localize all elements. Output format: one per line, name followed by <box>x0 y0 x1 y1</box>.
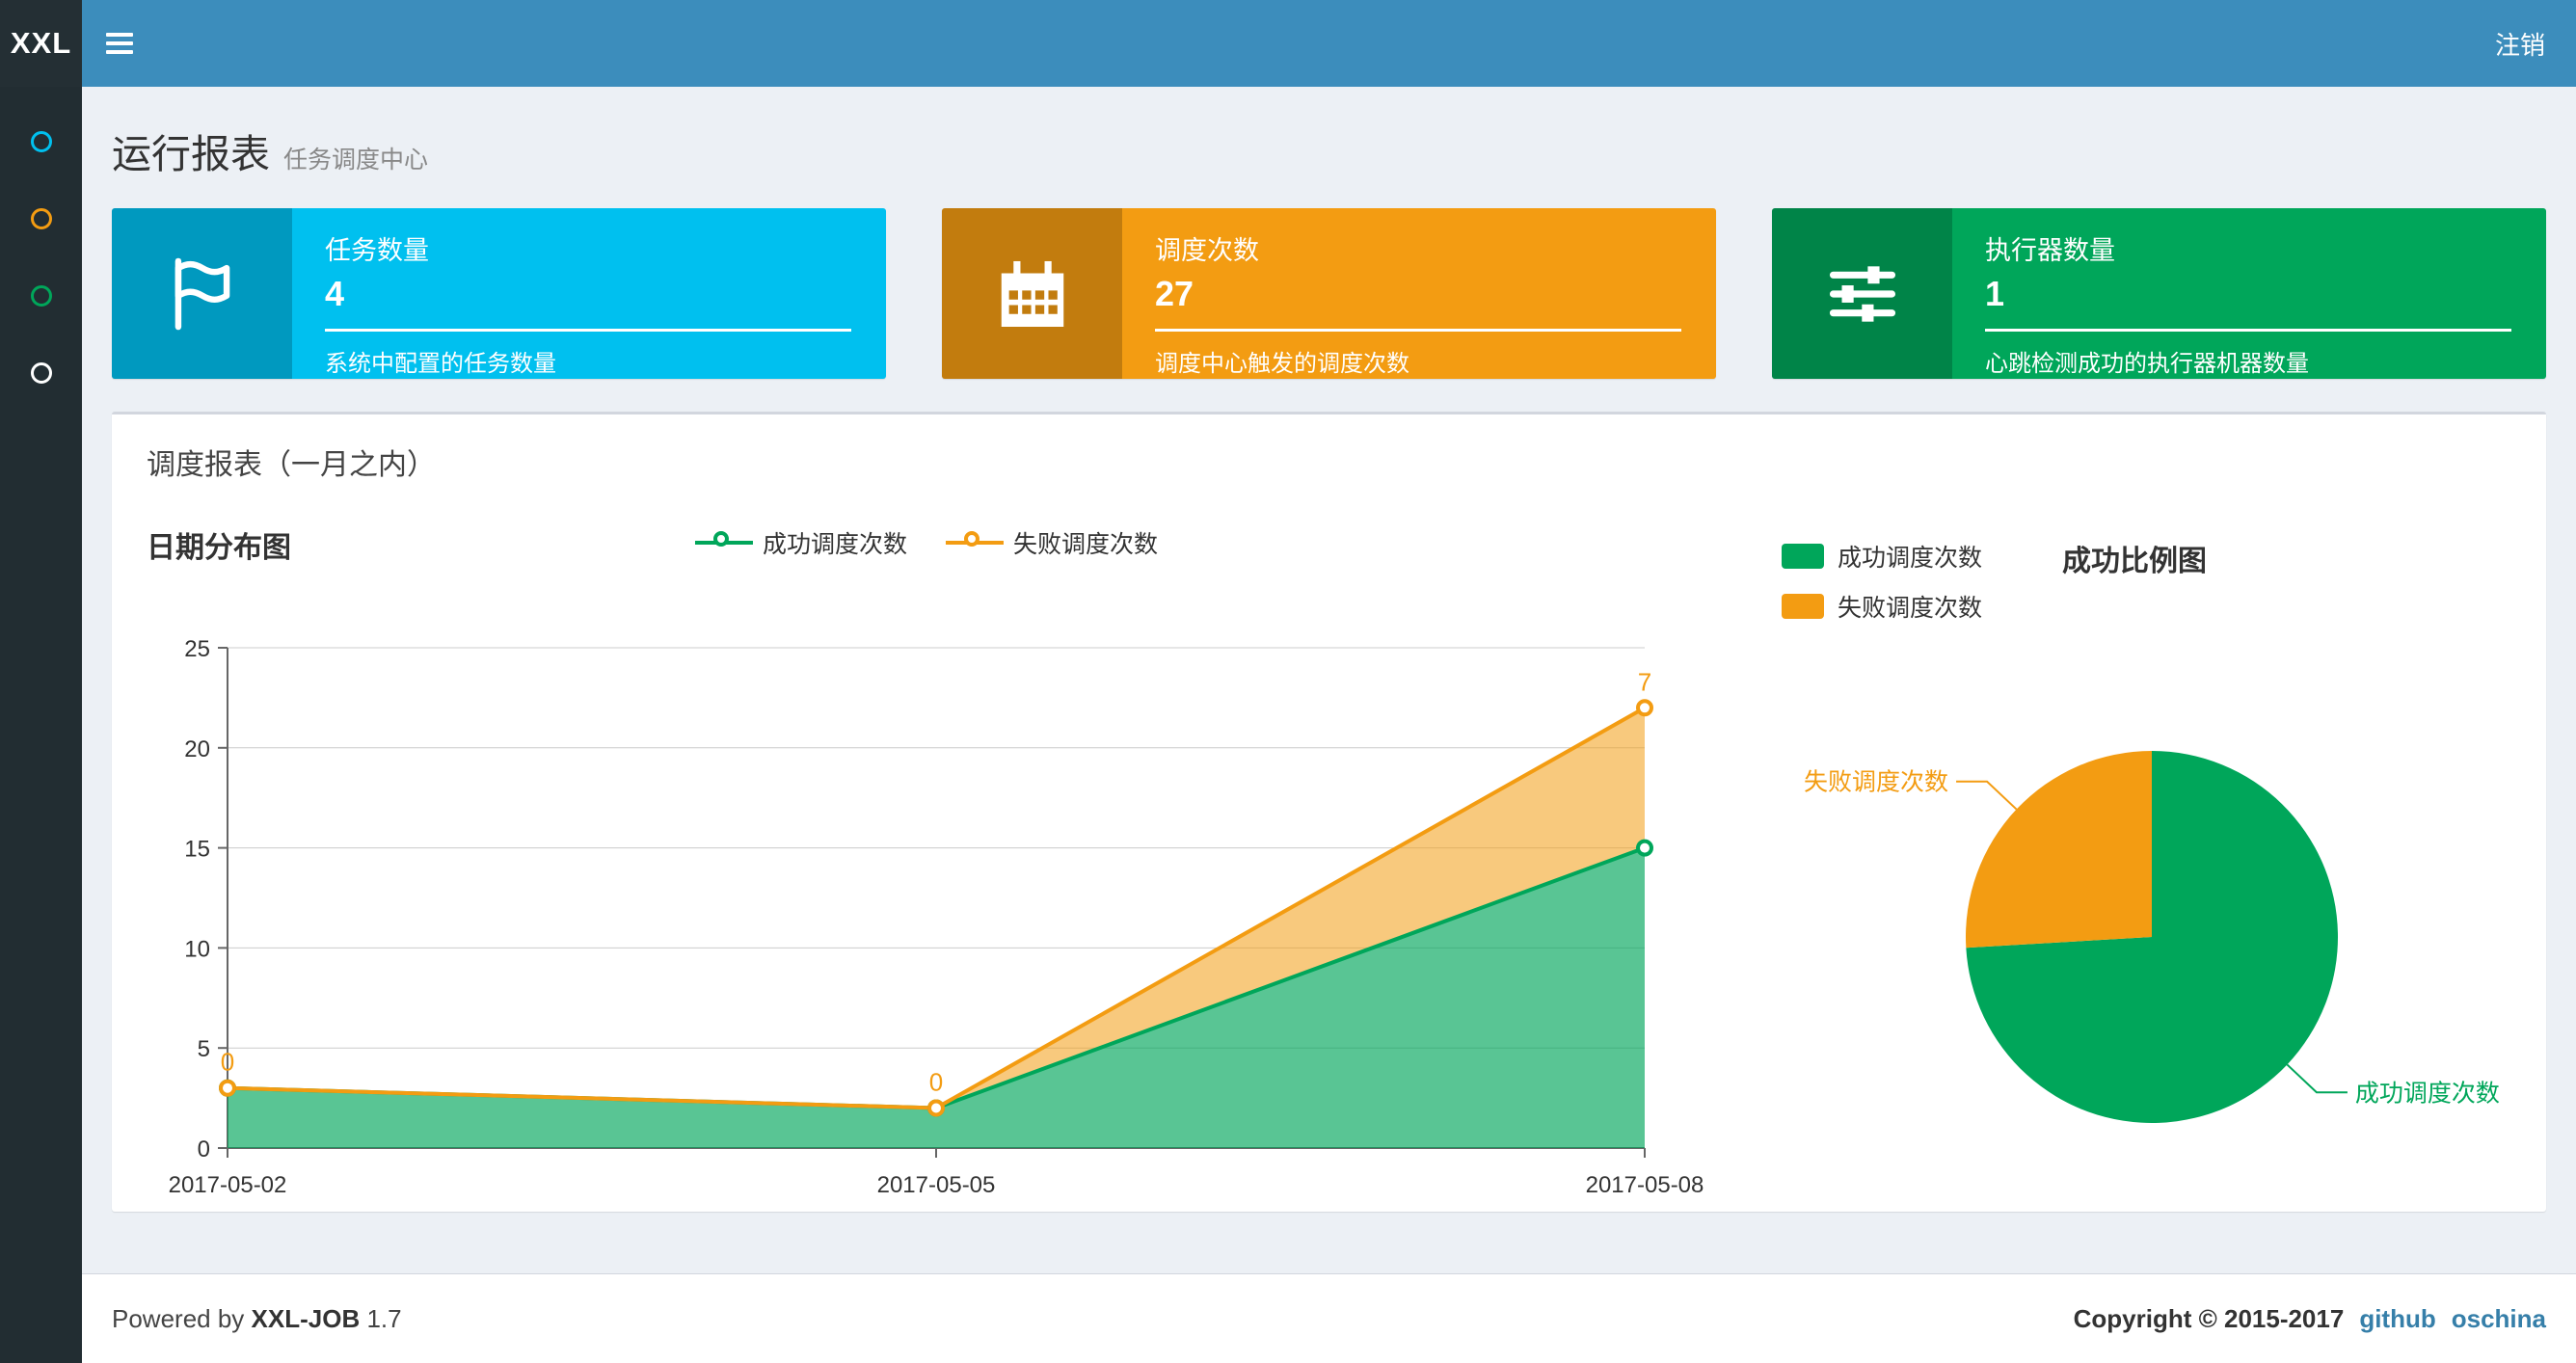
svg-text:25: 25 <box>184 636 210 662</box>
legend-item-success[interactable]: 成功调度次数 <box>694 525 907 560</box>
copyright: Copyright © 2015-2017 github oschina <box>2073 1303 2546 1333</box>
info-box-title: 调度次数 <box>1155 236 1259 265</box>
line-chart-plot: 05101520252017-05-02 2017-05-05 2017-05-08… <box>169 636 1704 1198</box>
hamburger-icon <box>106 33 133 37</box>
line-chart-legend: 成功调度次数 失败调度次数 <box>694 525 1158 560</box>
line-chart-title: 日期分布图 <box>147 532 291 564</box>
svg-text:0: 0 <box>198 1136 210 1163</box>
info-box-row: 任务数量 4 系统中配置的任务数量 调度次数 27 调度中心触发的调度次数 执行… <box>112 208 2546 379</box>
line-series-marker <box>694 530 753 555</box>
info-box-title: 任务数量 <box>325 236 429 265</box>
sidebar-menu-item[interactable] <box>30 131 52 152</box>
sidebar-menu-item[interactable] <box>30 362 52 384</box>
info-box-divider <box>1155 329 1681 332</box>
svg-text:2017-05-08: 2017-05-08 <box>1586 1172 1704 1198</box>
panel-title: 调度报表（一月之内） <box>147 449 436 481</box>
content-wrapper: 运行报表 任务调度中心 任务数量 4 系统中配置的任务数量 调度次数 27 调度… <box>82 87 2576 1273</box>
info-box-divider <box>1985 329 2511 332</box>
svg-text:5: 5 <box>198 1036 210 1062</box>
svg-text:20: 20 <box>184 736 210 762</box>
svg-text:10: 10 <box>184 936 210 962</box>
date-distribution-chart: 日期分布图 成功调度次数 失败调度次数 0 5 10 15 20 25 2017… <box>112 496 1741 1212</box>
pie-chart-plot: 成功调度次数 失败调度次数 <box>1804 751 2500 1123</box>
sliders-icon <box>1772 208 1952 379</box>
svg-text:0: 0 <box>221 1048 234 1077</box>
github-link[interactable]: github <box>2359 1304 2435 1333</box>
info-box-description: 系统中配置的任务数量 <box>325 351 556 377</box>
info-box-description: 心跳检测成功的执行器机器数量 <box>1985 351 2309 377</box>
svg-text:0: 0 <box>929 1067 943 1096</box>
page-title: 运行报表 <box>112 132 270 176</box>
calendar-icon <box>942 208 1122 379</box>
oschina-link[interactable]: oschina <box>2452 1304 2546 1333</box>
info-box-description: 调度中心触发的调度次数 <box>1155 351 1409 377</box>
line-series-marker <box>946 530 1004 555</box>
page-subtitle: 任务调度中心 <box>283 147 429 174</box>
page-footer: Powered by XXL-JOB 1.7 Copyright © 2015-… <box>82 1273 2576 1363</box>
svg-text:失败调度次数: 失败调度次数 <box>1804 769 1948 796</box>
svg-text:2017-05-02: 2017-05-02 <box>169 1172 287 1198</box>
legend-item-fail[interactable]: 失败调度次数 <box>946 525 1158 560</box>
report-panel: 调度报表（一月之内） 日期分布图 成功调度次数 失败调度次数 0 5 10 15… <box>112 412 2546 1212</box>
info-box-triggers: 调度次数 27 调度中心触发的调度次数 <box>942 208 1716 379</box>
success-ratio-pie-chart: 成功调度次数 失败调度次数 成功比例图 成功调度次数 失败调度次数 <box>1741 496 2551 1212</box>
svg-text:7: 7 <box>1638 667 1651 696</box>
info-box-jobs: 任务数量 4 系统中配置的任务数量 <box>112 208 886 379</box>
sidebar-toggle-button[interactable] <box>82 0 157 87</box>
svg-text:成功调度次数: 成功调度次数 <box>2355 1080 2500 1107</box>
top-navbar: XXL 注销 <box>0 0 2576 87</box>
sidebar-menu-item[interactable] <box>30 285 52 307</box>
info-box-value: 4 <box>325 274 345 313</box>
logout-link[interactable]: 注销 <box>2464 0 2576 87</box>
app-logo[interactable]: XXL <box>0 0 82 87</box>
flag-icon <box>112 208 292 379</box>
powered-by: Powered by XXL-JOB 1.7 <box>112 1303 402 1333</box>
info-box-title: 执行器数量 <box>1985 236 2115 265</box>
svg-text:15: 15 <box>184 837 210 863</box>
info-box-executors: 执行器数量 1 心跳检测成功的执行器机器数量 <box>1772 208 2546 379</box>
sidebar-menu-item[interactable] <box>30 208 52 229</box>
sidebar <box>0 87 82 1363</box>
info-box-divider <box>325 329 851 332</box>
info-box-value: 27 <box>1155 274 1194 313</box>
svg-text:2017-05-05: 2017-05-05 <box>877 1172 996 1198</box>
page-header: 运行报表 任务调度中心 <box>112 87 2546 179</box>
brand-name: XXL-JOB <box>251 1303 361 1333</box>
info-box-value: 1 <box>1985 274 2005 313</box>
